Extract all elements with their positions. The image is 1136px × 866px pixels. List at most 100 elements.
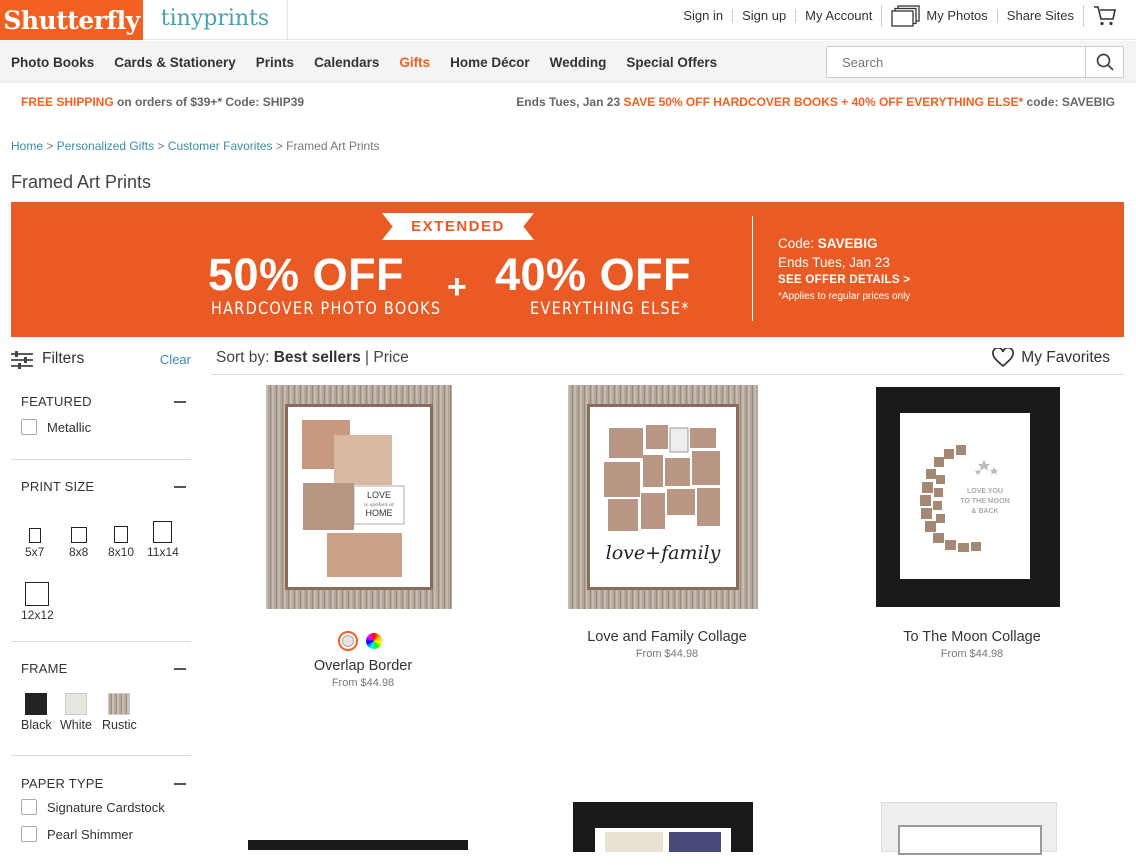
offer1-title: 50% OFF (208, 249, 405, 300)
sale-ends: Ends Tues, Jan 23 (516, 95, 624, 109)
plus-sign: + (447, 268, 467, 306)
sign-in-link[interactable]: Sign in (674, 9, 732, 23)
framed-print-image: LOVE is spoken at HOME (266, 385, 452, 609)
my-favorites-link[interactable]: My Favorites (992, 348, 1110, 368)
sort-best-sellers[interactable]: Best sellers (274, 349, 361, 366)
paper-type-section: PAPER TYPE Signature Cardstock Pearl Shi… (11, 756, 191, 866)
metallic-label: Metallic (47, 419, 92, 435)
product-card-love-family[interactable]: Love and Family Collage From $44.98 (517, 629, 817, 660)
product-name[interactable]: Love and Family Collage (517, 629, 817, 645)
product-name[interactable]: Overlap Border (213, 658, 513, 674)
nav-wedding[interactable]: Wedding (550, 55, 607, 70)
nav-prints[interactable]: Prints (256, 55, 294, 70)
checkbox-box[interactable] (21, 799, 37, 815)
top-bar: Shutterfly tinyprints Sign in Sign up My… (0, 0, 1136, 40)
signature-cardstock-checkbox[interactable]: Signature Cardstock (21, 799, 165, 815)
cart-button[interactable] (1083, 5, 1126, 27)
framed-print-image: love+family (568, 385, 758, 609)
nav-photo-books[interactable]: Photo Books (11, 55, 94, 70)
search-input[interactable] (827, 47, 1086, 77)
extended-tag: EXTENDED (382, 213, 534, 240)
collapse-icon[interactable] (174, 783, 186, 785)
tinyprints-logo[interactable]: tinyprints (143, 0, 288, 40)
art-text: & BACK (971, 508, 998, 515)
photos-stack-icon (891, 5, 921, 27)
breadcrumb-home[interactable]: Home (11, 139, 43, 153)
nav-special-offers[interactable]: Special Offers (626, 55, 717, 70)
breadcrumb-gifts[interactable]: Personalized Gifts (57, 139, 154, 153)
banner-divider (752, 216, 753, 321)
sliders-icon (11, 351, 33, 369)
free-shipping-promo[interactable]: FREE SHIPPING on orders of $39+* Code: S… (21, 95, 304, 109)
search-box (826, 46, 1124, 78)
frame-section: FRAME Black White Rustic (11, 642, 191, 756)
product-price: From $44.98 (635, 648, 699, 660)
frame-white[interactable]: White (60, 693, 92, 732)
swatch-multicolor[interactable] (366, 633, 382, 649)
color-swatches (338, 631, 382, 651)
share-sites-link[interactable]: Share Sites (996, 9, 1083, 23)
search-button[interactable] (1085, 47, 1123, 77)
collapse-icon[interactable] (174, 668, 186, 670)
size-8x10[interactable]: 8x10 (108, 526, 134, 559)
sort-control: Sort by: Best sellers | Price (216, 349, 409, 367)
collapse-icon[interactable] (174, 486, 186, 488)
product-image-next-1[interactable] (248, 840, 468, 850)
frame-rustic[interactable]: Rustic (102, 693, 137, 732)
paper-type-title: PAPER TYPE (21, 776, 104, 791)
my-account-link[interactable]: My Account (795, 9, 881, 23)
sale-promo[interactable]: Ends Tues, Jan 23 SAVE 50% OFF HARDCOVER… (516, 95, 1115, 109)
sign-up-link[interactable]: Sign up (732, 9, 795, 23)
search-icon (1096, 53, 1114, 71)
checkbox-box[interactable] (21, 826, 37, 842)
frame-black[interactable]: Black (21, 693, 52, 732)
sort-label: Sort by: (216, 349, 274, 366)
my-photos-link[interactable]: My Photos (881, 5, 996, 27)
swatch-selected[interactable] (338, 631, 358, 651)
clear-filters-link[interactable]: Clear (160, 352, 191, 367)
paper-option-label: Signature Cardstock (47, 799, 165, 815)
nav-gifts[interactable]: Gifts (399, 55, 430, 70)
offer-note: *Applies to regular prices only (778, 291, 911, 302)
nav-home-decor[interactable]: Home Décor (450, 55, 530, 70)
breadcrumb-sep: > (154, 139, 168, 153)
frame-title: FRAME (21, 661, 68, 676)
offer-details-link[interactable]: SEE OFFER DETAILS > (778, 274, 910, 286)
product-image-love-family[interactable]: love+family (568, 385, 758, 609)
offer-banner[interactable]: EXTENDED 50% OFF HARDCOVER PHOTO BOOKS +… (11, 202, 1124, 337)
sort-separator: | (360, 349, 374, 366)
collapse-icon[interactable] (174, 401, 186, 403)
art-text: love+family (606, 542, 721, 564)
breadcrumb-favorites[interactable]: Customer Favorites (168, 139, 273, 153)
size-11x14[interactable]: 11x14 (147, 521, 179, 559)
size-5x7[interactable]: 5x7 (25, 528, 44, 559)
heart-icon (992, 348, 1015, 368)
art-text: TO THE MOON (960, 498, 1009, 505)
promo-code: SAVEBIG (817, 236, 878, 251)
nav-calendars[interactable]: Calendars (314, 55, 379, 70)
paper-option-label: Pearl Shimmer (47, 826, 133, 842)
account-links: Sign in Sign up My Account My Photos Sha… (674, 0, 1126, 32)
size-12x12[interactable]: 12x12 (21, 582, 54, 622)
art-text: LOVE YOU (967, 488, 1003, 495)
checkbox-box[interactable] (21, 419, 37, 435)
page-title: Framed Art Prints (11, 172, 152, 192)
product-name[interactable]: To The Moon Collage (822, 629, 1122, 645)
product-image-overlap-border[interactable]: LOVE is spoken at HOME (266, 385, 452, 609)
sort-price[interactable]: Price (373, 349, 408, 366)
sort-bar: Sort by: Best sellers | Price My Favorit… (211, 344, 1124, 375)
cart-icon (1094, 6, 1116, 26)
pearl-shimmer-checkbox[interactable]: Pearl Shimmer (21, 826, 133, 842)
filters-label: Filters (42, 350, 85, 367)
art-text: LOVE (367, 490, 391, 500)
product-image-to-the-moon[interactable]: LOVE YOU TO THE MOON & BACK (876, 387, 1060, 607)
my-photos-label: My Photos (926, 8, 988, 23)
product-card-overlap-border[interactable]: Overlap Border From $44.98 (213, 658, 513, 689)
size-8x8[interactable]: 8x8 (69, 527, 88, 559)
shutterfly-logo[interactable]: Shutterfly (0, 0, 143, 40)
featured-section: FEATURED Metallic (11, 382, 191, 460)
product-card-to-the-moon[interactable]: To The Moon Collage From $44.98 (822, 629, 1122, 660)
nav-cards-stationery[interactable]: Cards & Stationery (114, 55, 236, 70)
metallic-checkbox[interactable]: Metallic (21, 419, 91, 435)
sale-code: code: SAVEBIG (1023, 95, 1115, 109)
